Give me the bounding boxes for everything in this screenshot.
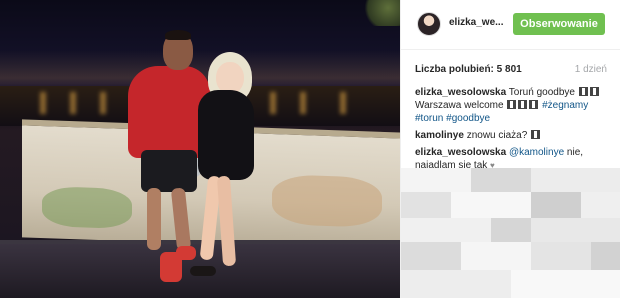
light-reflection — [270, 92, 276, 114]
face-emoji-icon — [589, 87, 599, 96]
hashtag-link[interactable]: #żegnamy — [542, 100, 588, 111]
comment-username[interactable]: kamolinye — [415, 130, 464, 141]
comment-text: Toruń goodbye — [508, 87, 575, 98]
face-emoji-icon — [518, 100, 528, 109]
comment-item: kamolinye znowu ciaża? — [415, 129, 607, 142]
post-header: elizka_we... Obserwowanie — [401, 0, 620, 50]
likes-row: Liczba polubień: 5 801 1 dzień — [415, 64, 607, 78]
light-reflection — [40, 92, 46, 114]
hashtag-link[interactable]: #goodbye — [446, 113, 490, 124]
banner-art — [272, 174, 382, 228]
light-reflection — [340, 92, 346, 114]
light-reflection — [70, 92, 76, 114]
man-shorts — [141, 150, 197, 192]
comment-username[interactable]: elizka_wesolowska — [415, 87, 506, 98]
comment-text: znowu ciaża? — [466, 130, 528, 141]
time-ago[interactable]: 1 dzień — [575, 64, 607, 75]
face-emoji-icon — [531, 130, 541, 139]
pixelated-comments — [401, 168, 620, 298]
woman-dress — [198, 90, 254, 180]
post-username[interactable]: elizka_we... — [449, 17, 503, 28]
comment-item: elizka_wesolowska Toruń goodbye Warszawa… — [415, 86, 607, 125]
follow-button[interactable]: Obserwowanie — [513, 13, 605, 35]
light-reflection — [100, 92, 106, 114]
light-reflection — [300, 92, 306, 114]
post-photo[interactable] — [0, 0, 400, 298]
face-emoji-icon — [507, 100, 517, 109]
man-hair — [165, 30, 191, 40]
banner-art — [42, 186, 132, 230]
man-leg — [147, 188, 161, 250]
post-side-panel: elizka_we... Obserwowanie Liczba polubie… — [400, 0, 620, 298]
avatar[interactable] — [417, 12, 441, 36]
mention-link[interactable]: @kamolinye — [509, 147, 564, 158]
face-emoji-icon — [529, 100, 539, 109]
man-shoe — [176, 246, 196, 260]
likes-count[interactable]: Liczba polubień: 5 801 — [415, 64, 522, 75]
face-emoji-icon — [578, 87, 588, 96]
woman-shoe — [190, 266, 216, 276]
hashtag-link[interactable]: #torun — [415, 113, 443, 124]
comment-list: elizka_wesolowska Toruń goodbye Warszawa… — [415, 86, 607, 176]
comment-username[interactable]: elizka_wesolowska — [415, 147, 506, 158]
comment-text: Warszawa welcome — [415, 100, 504, 111]
plant-leaves — [360, 0, 400, 26]
